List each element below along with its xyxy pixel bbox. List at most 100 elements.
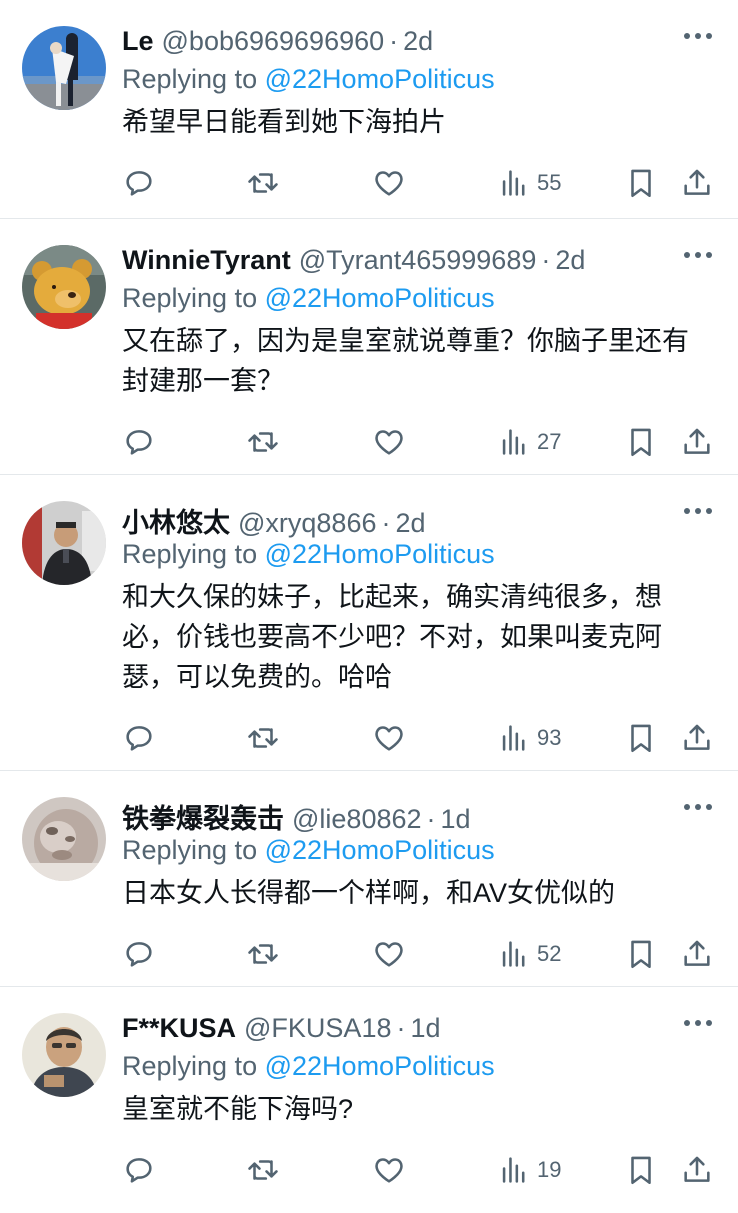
avatar-photo-sailor-kiss-icon [22, 26, 106, 110]
share-icon [684, 1156, 710, 1182]
analytics-icon [502, 429, 525, 455]
views-button[interactable]: 19 [497, 1153, 561, 1187]
user-handle[interactable]: @lie80862 [292, 804, 422, 835]
tweet-text: 皇室就不能下海吗? [122, 1094, 354, 1124]
share-button[interactable] [680, 721, 714, 755]
replying-to-label: Replying to [122, 64, 258, 94]
more-options-icon[interactable] [680, 22, 716, 50]
timestamp[interactable]: 2d [555, 245, 585, 276]
timestamp[interactable]: 1d [410, 1013, 440, 1044]
bookmark-button[interactable] [624, 937, 658, 971]
like-button[interactable] [372, 721, 406, 755]
tweet[interactable]: WinnieTyrant @Tyrant465999689 · 2d Reply… [0, 219, 738, 475]
separator-dot: · [381, 508, 391, 538]
reply-button[interactable] [122, 937, 156, 971]
action-bar: 55 [122, 146, 714, 226]
tweet[interactable]: F**KUSA @FKUSA18 · 1d Replying to @22Hom… [0, 987, 738, 1200]
view-count: 55 [537, 170, 562, 195]
timestamp[interactable]: 2d [395, 508, 425, 539]
bookmark-button[interactable] [624, 166, 658, 200]
action-bar: 27 [122, 405, 714, 485]
display-name[interactable]: 小林悠太 [122, 501, 230, 540]
timestamp[interactable]: 1d [441, 804, 471, 835]
analytics-icon [502, 725, 525, 751]
share-button[interactable] [680, 1153, 714, 1187]
mention-link[interactable]: @22HomoPoliticus [265, 835, 495, 865]
views-button[interactable]: 52 [497, 937, 561, 971]
bookmark-button[interactable] [624, 1153, 658, 1187]
avatar[interactable] [22, 1013, 106, 1097]
replying-to: Replying to @22HomoPoliticus [122, 539, 714, 575]
view-count: 93 [537, 725, 562, 750]
retweet-icon [248, 1160, 278, 1180]
avatar[interactable] [22, 501, 106, 585]
avatar[interactable] [22, 245, 106, 329]
views-button[interactable]: 93 [497, 721, 561, 755]
avatar-man-in-jacket-icon [22, 501, 106, 585]
views-button[interactable]: 27 [497, 425, 561, 459]
retweet-button[interactable] [246, 1153, 280, 1187]
mention-link[interactable]: @22HomoPoliticus [265, 1051, 495, 1081]
timestamp[interactable]: 2d [403, 26, 433, 57]
action-bar: 19 [122, 1133, 714, 1213]
reply-icon [126, 1158, 152, 1183]
retweet-icon [248, 173, 278, 193]
retweet-icon [248, 432, 278, 452]
mention-link[interactable]: @22HomoPoliticus [265, 539, 495, 569]
heart-icon [375, 430, 403, 455]
tweet[interactable]: 小林悠太 @xryq8866 · 2d Replying to @22HomoP… [0, 475, 738, 771]
retweet-button[interactable] [246, 425, 280, 459]
views-button[interactable]: 55 [497, 166, 561, 200]
tweet[interactable]: 铁拳爆裂轰击 @lie80862 · 1d Replying to @22Hom… [0, 771, 738, 987]
reply-button[interactable] [122, 166, 156, 200]
retweet-button[interactable] [246, 937, 280, 971]
avatar[interactable] [22, 26, 106, 110]
replying-to: Replying to @22HomoPoliticus [122, 835, 714, 871]
retweet-button[interactable] [246, 721, 280, 755]
view-count: 52 [537, 941, 562, 966]
reply-icon [126, 430, 152, 455]
bookmark-icon [631, 940, 651, 969]
avatar[interactable] [22, 797, 106, 881]
more-options-icon[interactable] [680, 497, 716, 525]
user-handle[interactable]: @bob6969696960 [162, 26, 385, 57]
tweet-header: Le @bob6969696960 · 2d [122, 26, 714, 60]
heart-icon [375, 942, 403, 967]
more-options-icon[interactable] [680, 793, 716, 821]
share-button[interactable] [680, 166, 714, 200]
reply-button[interactable] [122, 425, 156, 459]
like-button[interactable] [372, 937, 406, 971]
share-button[interactable] [680, 937, 714, 971]
display-name[interactable]: 铁拳爆裂轰击 [122, 797, 284, 836]
replying-to: Replying to @22HomoPoliticus [122, 64, 714, 100]
like-button[interactable] [372, 425, 406, 459]
more-options-icon[interactable] [680, 1009, 716, 1037]
retweet-button[interactable] [246, 166, 280, 200]
share-icon [684, 428, 710, 454]
like-button[interactable] [372, 1153, 406, 1187]
mention-link[interactable]: @22HomoPoliticus [265, 283, 495, 313]
reply-button[interactable] [122, 1153, 156, 1187]
retweet-icon [248, 944, 278, 964]
replying-to: Replying to @22HomoPoliticus [122, 283, 714, 319]
avatar-blurry-face-icon [22, 797, 106, 881]
user-handle[interactable]: @FKUSA18 [244, 1013, 391, 1044]
user-handle[interactable]: @xryq8866 [238, 508, 376, 539]
tweet[interactable]: Le @bob6969696960 · 2d Replying to @22Ho… [0, 0, 738, 219]
mention-link[interactable]: @22HomoPoliticus [265, 64, 495, 94]
bookmark-icon [631, 724, 651, 753]
reply-button[interactable] [122, 721, 156, 755]
bookmark-icon [631, 428, 651, 457]
separator-dot: · [541, 245, 551, 275]
display-name[interactable]: F**KUSA [122, 1013, 236, 1044]
more-options-icon[interactable] [680, 241, 716, 269]
display-name[interactable]: WinnieTyrant [122, 245, 291, 276]
share-button[interactable] [680, 425, 714, 459]
bookmark-button[interactable] [624, 425, 658, 459]
like-button[interactable] [372, 166, 406, 200]
user-handle[interactable]: @Tyrant465999689 [299, 245, 537, 276]
analytics-icon [502, 1157, 525, 1183]
bookmark-button[interactable] [624, 721, 658, 755]
display-name[interactable]: Le [122, 26, 154, 57]
replying-to-label: Replying to [122, 539, 258, 569]
